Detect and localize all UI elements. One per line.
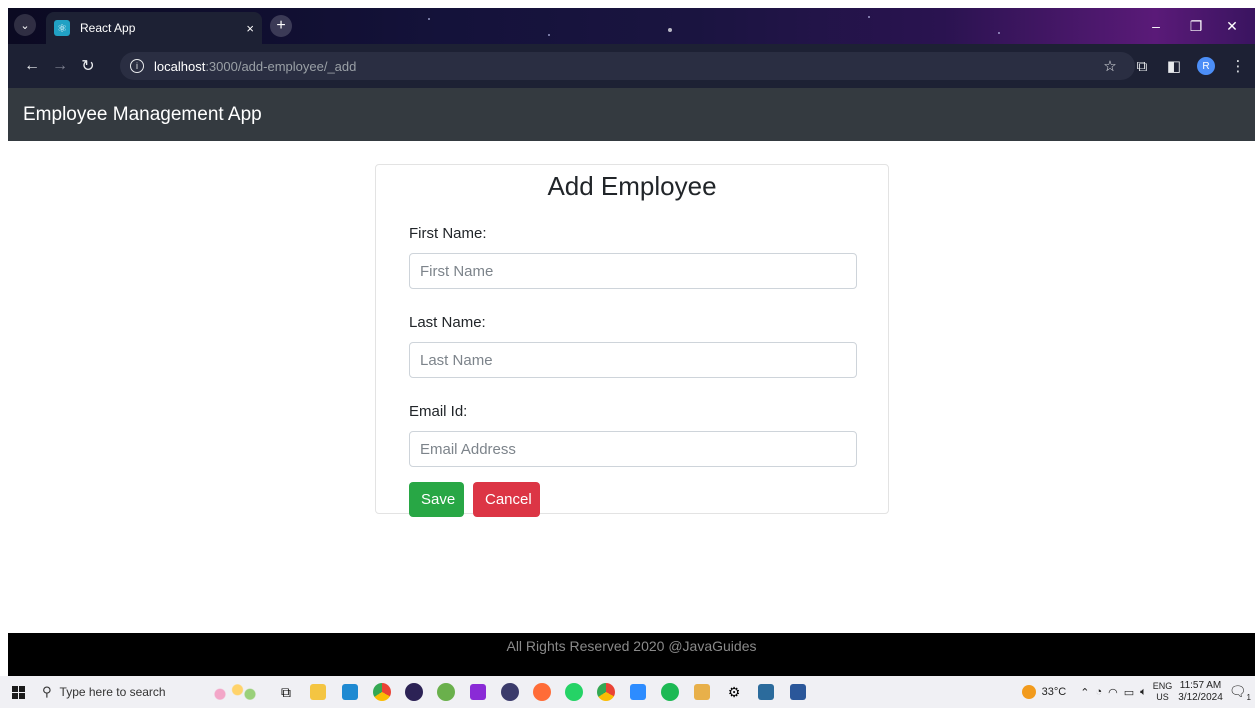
search-icon: ⚲ <box>42 684 52 699</box>
vscode-icon[interactable] <box>336 678 364 706</box>
clock-time: 11:57 AM <box>1179 680 1222 691</box>
background-star <box>548 34 550 36</box>
tab-close-icon[interactable]: × <box>246 21 254 36</box>
settings-gear-icon[interactable]: ⚙ <box>720 678 748 706</box>
file-explorer-icon[interactable] <box>304 678 332 706</box>
last-name-input[interactable] <box>409 342 857 378</box>
tray-chevron-up-icon[interactable]: ⌃ <box>1080 686 1089 699</box>
chrome-alt-icon[interactable] <box>368 678 396 706</box>
toolbar-icons: ☆ ⧉ ◧ R ⋮ <box>1099 44 1249 88</box>
extensions-puzzle-icon[interactable]: ⧉ <box>1131 58 1153 75</box>
page-title: Add Employee <box>547 171 717 201</box>
tab-title: React App <box>80 21 136 35</box>
eclipse-icon[interactable] <box>400 678 428 706</box>
side-panel-icon[interactable]: ◧ <box>1163 57 1185 75</box>
maximize-icon[interactable]: ❐ <box>1178 8 1214 44</box>
eclipse-ee-icon[interactable] <box>496 678 524 706</box>
clock-date: 3/12/2024 <box>1178 692 1223 703</box>
system-tray: 33°C ⌃ ◔ ◠ ▭ 🔈︎ ENG US 11:57 AM 3/12/202… <box>1021 676 1251 708</box>
notification-icon[interactable]: 🗨︎1 <box>1229 683 1251 702</box>
mysql-icon[interactable] <box>752 678 780 706</box>
browser-tab-strip: ⌄ ⚛ React App × + – ❐ ✕ <box>8 8 1255 44</box>
taskbar-search[interactable]: ⚲ Type here to search <box>36 676 206 708</box>
zoom-icon[interactable] <box>624 678 652 706</box>
lang-top: ENG <box>1152 681 1173 691</box>
background-star <box>868 16 870 18</box>
app-navbar: Employee Management App <box>8 88 1255 141</box>
start-button[interactable] <box>0 685 36 699</box>
address-bar[interactable]: i localhost:3000/add-employee/_add <box>120 52 1135 80</box>
forward-arrow-icon[interactable]: → <box>46 57 74 75</box>
intellij-icon[interactable] <box>464 678 492 706</box>
react-favicon-icon: ⚛ <box>54 20 70 36</box>
volume-icon[interactable]: 🔈︎ <box>1140 686 1147 699</box>
lang-bottom: US <box>1156 692 1169 702</box>
background-star <box>428 18 430 20</box>
search-highlight-flowers-icon[interactable] <box>210 681 260 703</box>
word-icon[interactable] <box>784 678 812 706</box>
postman-icon[interactable] <box>528 678 556 706</box>
profile-avatar[interactable]: R <box>1195 55 1217 77</box>
network-icon[interactable]: ◔ <box>1095 686 1102 698</box>
whatsapp-icon[interactable] <box>560 678 588 706</box>
back-arrow-icon[interactable]: ← <box>18 57 46 75</box>
tab-search-chevron-icon[interactable]: ⌄ <box>14 14 36 36</box>
background-star <box>998 32 1000 34</box>
browser-tab-react-app[interactable]: ⚛ React App × <box>46 12 262 44</box>
clock[interactable]: 11:57 AM 3/12/2024 <box>1178 680 1223 704</box>
first-name-label: First Name: <box>409 225 487 242</box>
last-name-label: Last Name: <box>409 314 486 331</box>
url-path: :3000/add-employee/_add <box>205 58 357 74</box>
spotify-icon[interactable] <box>656 678 684 706</box>
battery-icon[interactable]: ▭ <box>1124 686 1134 699</box>
save-button[interactable]: Save <box>409 482 464 517</box>
url-host: localhost <box>154 58 206 74</box>
site-info-icon[interactable]: i <box>130 59 144 73</box>
footer-text: All Rights Reserved 2020 @JavaGuides <box>506 638 757 654</box>
first-name-input[interactable] <box>409 253 857 289</box>
background-star <box>668 28 672 32</box>
task-view-icon[interactable]: ⧉ <box>272 678 300 706</box>
app-footer: All Rights Reserved 2020 @JavaGuides <box>8 633 1255 676</box>
url-text: localhost:3000/add-employee/_add <box>154 59 356 74</box>
cancel-button[interactable]: Cancel <box>473 482 540 517</box>
email-label: Email Id: <box>409 403 468 420</box>
add-employee-card: Add Employee First Name: Last Name: Emai… <box>375 164 889 517</box>
chrome-icon[interactable] <box>592 678 620 706</box>
notification-count: 1 <box>1246 692 1251 702</box>
language-indicator[interactable]: ENG US <box>1153 681 1173 703</box>
close-window-icon[interactable]: ✕ <box>1214 8 1250 44</box>
app-brand[interactable]: Employee Management App <box>23 104 262 126</box>
menu-kebab-icon[interactable]: ⋮ <box>1227 57 1249 75</box>
bookmark-star-icon[interactable]: ☆ <box>1099 57 1121 75</box>
weather-temp[interactable]: 33°C <box>1042 686 1067 698</box>
employee-form: First Name: Last Name: Email Id: Save Ca… <box>409 225 857 517</box>
wifi-icon[interactable]: ◠ <box>1108 686 1118 699</box>
windows-logo-icon <box>11 685 25 699</box>
paint-icon[interactable] <box>688 678 716 706</box>
form-actions: Save Cancel <box>409 482 857 517</box>
email-input[interactable] <box>409 431 857 467</box>
windows-taskbar: ⚲ Type here to search ⧉ ⚙ 33°C ⌃ ◔ ◠ ▭ 🔈… <box>0 676 1255 708</box>
search-placeholder: Type here to search <box>59 685 166 699</box>
android-studio-icon[interactable] <box>432 678 460 706</box>
minimize-icon[interactable]: – <box>1138 8 1174 44</box>
reload-icon[interactable]: ↻ <box>74 56 102 76</box>
weather-sun-icon[interactable] <box>1021 685 1036 699</box>
new-tab-plus-icon[interactable]: + <box>270 15 292 37</box>
browser-toolbar: ← → ↻ i localhost:3000/add-employee/_add… <box>8 44 1255 88</box>
